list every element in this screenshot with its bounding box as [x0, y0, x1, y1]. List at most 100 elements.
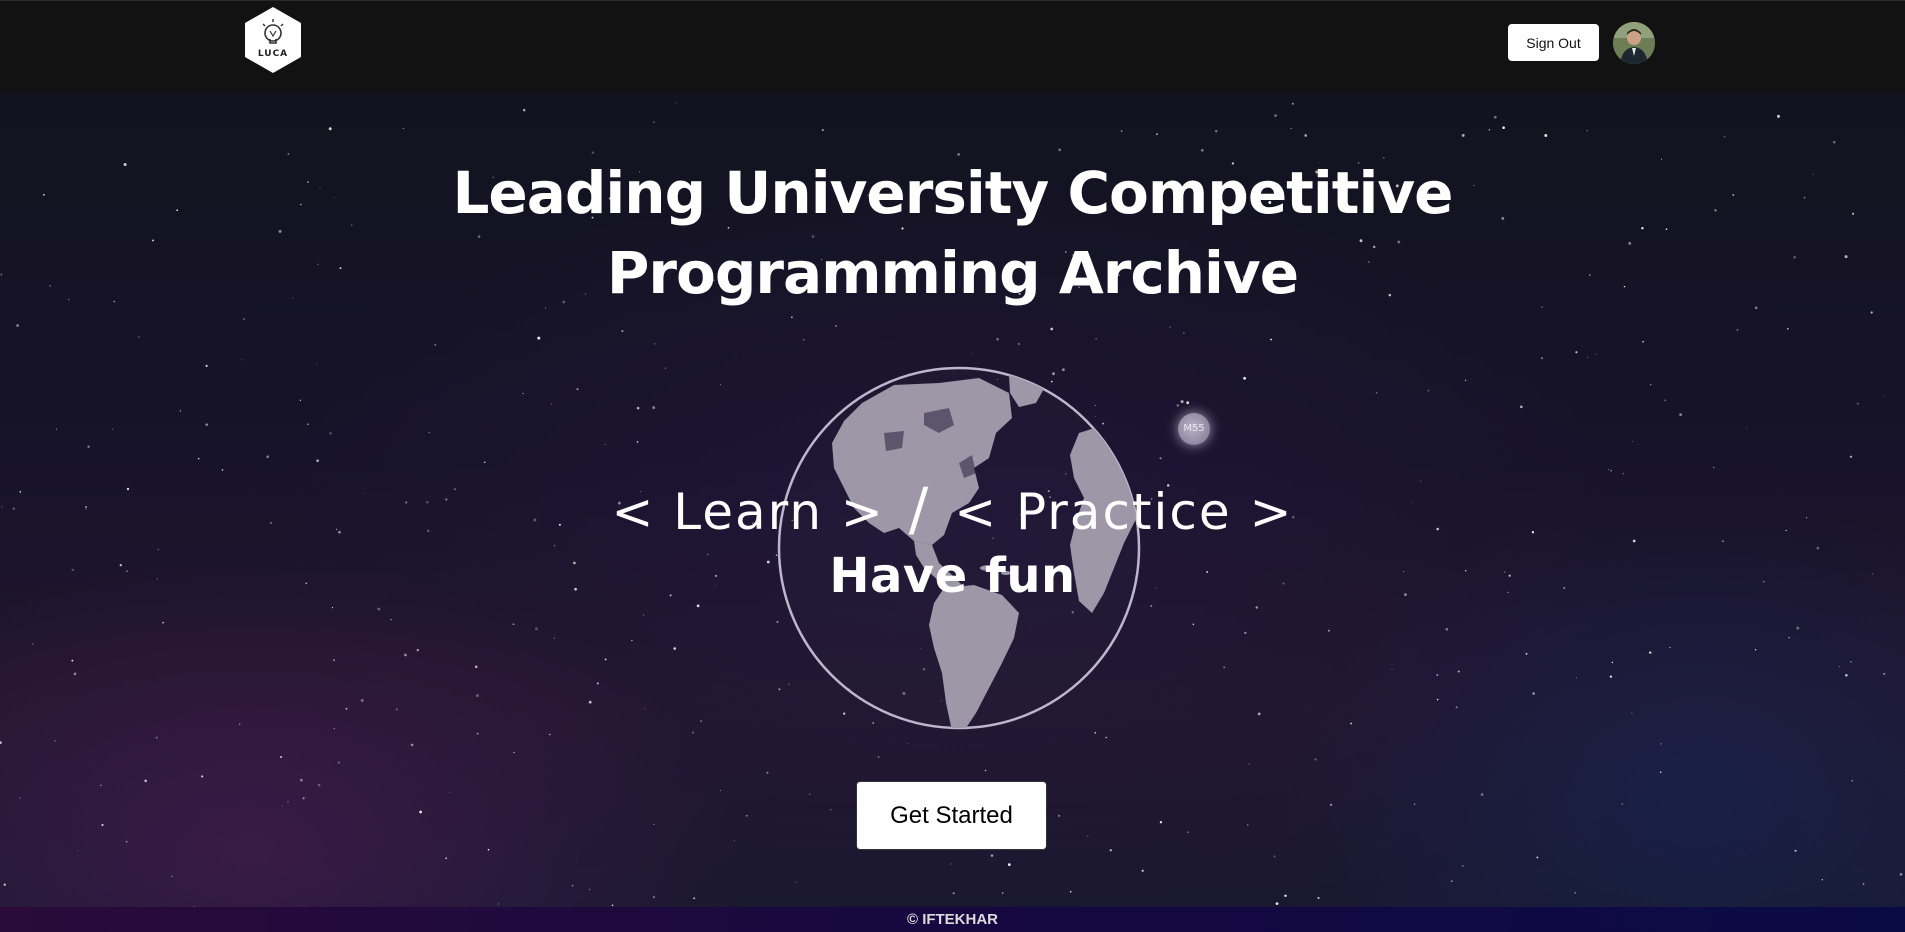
star	[19, 490, 22, 493]
star	[111, 428, 113, 430]
star	[1813, 173, 1814, 175]
star	[434, 343, 437, 346]
star	[636, 441, 639, 443]
star	[280, 756, 283, 758]
star	[1746, 427, 1748, 429]
star	[287, 801, 289, 803]
star	[653, 896, 655, 898]
star	[1120, 130, 1123, 132]
star	[834, 324, 838, 328]
star	[56, 428, 58, 430]
star	[305, 582, 308, 585]
star	[1284, 894, 1287, 898]
star	[791, 316, 793, 318]
star	[419, 810, 422, 814]
star	[453, 488, 456, 491]
star	[1664, 399, 1666, 401]
star	[299, 778, 303, 782]
star	[1, 506, 3, 508]
navbar: LUCA Sign Out	[0, 0, 1905, 93]
star	[522, 108, 526, 112]
star	[1777, 114, 1780, 118]
star	[1290, 127, 1292, 129]
star	[1270, 338, 1273, 341]
star	[171, 875, 173, 877]
tagline: < Learn > / < Practice >	[600, 475, 1305, 543]
star	[1050, 327, 1054, 331]
tagline-slash: /	[908, 475, 931, 543]
star	[1852, 212, 1855, 215]
star	[19, 797, 21, 799]
star	[282, 805, 284, 807]
star	[1507, 591, 1509, 594]
star	[1575, 677, 1577, 679]
star	[1427, 389, 1430, 392]
hero-section: Leading University Competitive Programmi…	[0, 93, 1905, 907]
star	[123, 163, 127, 166]
star	[1329, 803, 1333, 807]
star	[1609, 675, 1613, 678]
star	[390, 618, 392, 621]
star	[475, 694, 479, 698]
star	[950, 863, 952, 865]
star	[906, 742, 909, 745]
star	[1180, 400, 1184, 404]
star	[73, 672, 77, 676]
star	[573, 561, 576, 565]
star	[416, 648, 420, 652]
star	[243, 318, 245, 320]
star	[1493, 115, 1497, 119]
star	[125, 840, 128, 843]
star	[1508, 574, 1511, 577]
star	[113, 300, 116, 303]
star	[71, 659, 74, 662]
star	[990, 854, 994, 857]
star	[1436, 673, 1439, 676]
star	[1849, 455, 1853, 459]
star	[571, 884, 574, 887]
sign-out-button[interactable]: Sign Out	[1508, 24, 1599, 61]
star	[522, 392, 524, 395]
star	[278, 229, 282, 233]
star	[1436, 527, 1439, 531]
star	[1461, 133, 1465, 137]
star	[551, 403, 553, 405]
star	[1248, 763, 1250, 765]
star	[1018, 343, 1020, 345]
star	[1282, 582, 1285, 585]
star	[100, 784, 102, 787]
moon-icon: M55	[1178, 413, 1210, 445]
star	[631, 639, 633, 642]
star	[1642, 340, 1644, 343]
star	[830, 809, 832, 811]
star	[719, 384, 721, 386]
star	[1455, 706, 1458, 709]
star	[802, 338, 805, 341]
star	[1754, 306, 1758, 310]
star	[700, 720, 703, 723]
star	[549, 733, 551, 736]
star	[1850, 661, 1852, 663]
star	[1317, 896, 1320, 900]
star	[1087, 835, 1089, 837]
star	[1404, 593, 1407, 596]
star	[1480, 793, 1484, 796]
get-started-button[interactable]: Get Started	[856, 781, 1047, 850]
user-avatar-icon[interactable]	[1613, 22, 1655, 64]
star	[1838, 666, 1840, 667]
star	[664, 367, 666, 369]
star	[1793, 255, 1796, 259]
star	[654, 343, 656, 345]
star	[126, 570, 128, 573]
star	[696, 604, 700, 608]
star	[1870, 311, 1873, 314]
star	[335, 528, 338, 531]
star	[328, 127, 332, 131]
star	[221, 469, 224, 471]
star	[1176, 404, 1180, 407]
star	[1257, 712, 1261, 716]
star	[1623, 285, 1626, 288]
star	[1244, 631, 1247, 635]
star	[1871, 573, 1874, 575]
luca-logo-icon[interactable]: LUCA	[242, 5, 304, 75]
